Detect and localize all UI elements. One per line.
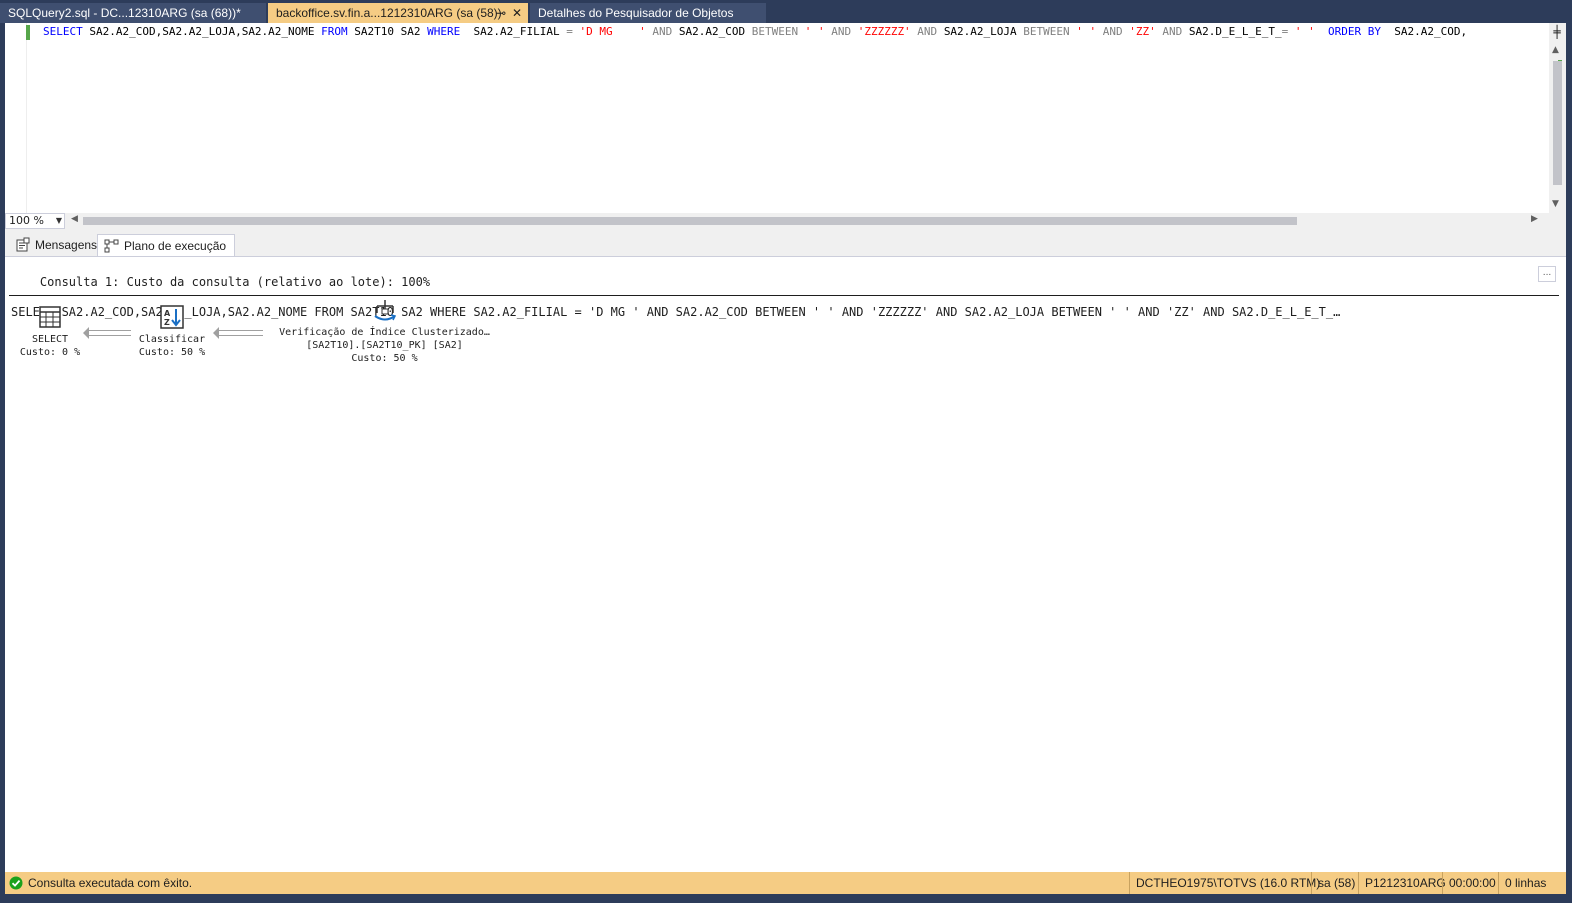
status-server: DCTHEO1975\TOTVS (16.0 RTM): [1129, 872, 1326, 894]
chevron-down-icon: ▼: [55, 216, 62, 225]
tab-execution-plan[interactable]: Plano de execução: [97, 234, 236, 256]
pin-icon[interactable]: ⊸: [496, 3, 506, 23]
plan-flow-arrow: [213, 327, 263, 339]
tab-object-explorer-details[interactable]: Detalhes do Pesquisador de Objetos: [530, 3, 766, 23]
show-more-button[interactable]: ...: [1538, 266, 1556, 282]
status-user: sa (58): [1311, 872, 1361, 894]
status-message: Consulta executada com êxito.: [28, 876, 193, 890]
plan-query-header: Consulta 1: Custo da consulta (relativo …: [11, 260, 1531, 350]
sort-operator-icon: A Z: [160, 305, 184, 329]
scroll-thumb[interactable]: [83, 217, 1297, 225]
editor-margin: [5, 23, 27, 213]
sql-token: SA2.A2_FILIAL: [460, 25, 567, 38]
sql-token: BETWEEN: [751, 25, 799, 38]
sql-token: AND: [824, 25, 858, 38]
sql-token: WHERE: [427, 25, 461, 38]
scroll-right-icon[interactable]: ▶: [1531, 214, 1538, 224]
execution-plan-icon: [104, 239, 119, 253]
sql-token: SA2.A2_COD,SA2.A2_LOJA,SA2.A2_NOME: [82, 25, 322, 38]
plan-query-cost: Consulta 1: Custo da consulta (relativo …: [39, 275, 431, 289]
results-pane: Mensagens Plano de execução Consulta 1: …: [5, 229, 1566, 872]
messages-icon: [16, 237, 30, 252]
tab-label: Mensagens: [35, 238, 98, 252]
plan-node-select[interactable]: SELECT Custo: 0 %: [10, 304, 90, 359]
sql-token: SA2.A2_LOJA: [943, 25, 1024, 38]
sql-token: =: [566, 25, 573, 38]
zoom-value: 100 %: [9, 214, 44, 227]
results-tab-strip: Mensagens Plano de execução: [5, 229, 1566, 257]
scroll-thumb[interactable]: [1553, 61, 1562, 185]
success-check-icon: [9, 876, 23, 890]
sql-token: ' ': [1288, 25, 1315, 38]
svg-text:A: A: [164, 309, 171, 318]
sql-code-line[interactable]: SELECT SA2.A2_COD,SA2.A2_LOJA,SA2.A2_NOM…: [43, 24, 1543, 40]
tab-messages[interactable]: Mensagens: [9, 234, 105, 256]
plan-node-cost: Custo: 50 %: [351, 353, 418, 364]
scroll-up-icon[interactable]: ▲: [1552, 45, 1559, 55]
zoom-select[interactable]: 100 % ▼: [5, 213, 65, 229]
tab-label: backoffice.sv.fin.a...1212310ARG (sa (58…: [276, 6, 502, 20]
document-tab-strip: SQLQuery2.sql - DC...12310ARG (sa (68))*…: [0, 0, 1572, 23]
sql-token: SA2.D_E_L_E_T_: [1188, 25, 1282, 38]
sql-token: FROM: [321, 25, 348, 38]
sql-token: ORDER BY: [1328, 25, 1381, 38]
plan-node-clustered-index-scan[interactable]: Verificação de Índice Clusterizado… [SA2…: [267, 297, 502, 365]
sql-token: AND: [910, 25, 944, 38]
sql-token: 'D MG ': [572, 25, 646, 38]
plan-node-name: SELECT: [31, 334, 69, 345]
scroll-left-icon[interactable]: ◀: [71, 214, 78, 224]
tab-label: Plano de execução: [124, 239, 227, 253]
query-editor[interactable]: SELECT SA2.A2_COD,SA2.A2_LOJA,SA2.A2_NOM…: [5, 23, 1566, 213]
svg-text:Z: Z: [164, 318, 170, 327]
status-database: P1212310ARG: [1358, 872, 1452, 894]
sql-token: AND: [1155, 25, 1189, 38]
plan-query-sql: SELECT SA2.A2_COD,SA2.A2_LOJA,SA2.A2_NOM…: [11, 305, 1341, 319]
sql-token: SA2.A2_COD,: [1380, 25, 1468, 38]
plan-node-sort[interactable]: A Z Classificar Custo: 50 %: [132, 304, 212, 359]
sql-token: AND: [1096, 25, 1130, 38]
tab-backoffice[interactable]: backoffice.sv.fin.a...1212310ARG (sa (58…: [268, 3, 528, 23]
sql-token: SELECT: [43, 25, 83, 38]
status-row-count: 0 linhas: [1498, 872, 1552, 894]
scroll-down-icon[interactable]: ▼: [1552, 199, 1559, 209]
plan-separator: [9, 295, 1559, 296]
status-bar: Consulta executada com êxito. DCTHEO1975…: [5, 872, 1566, 894]
plan-node-name: Classificar: [138, 334, 206, 345]
tab-label: SQLQuery2.sql - DC...12310ARG (sa (68))*: [8, 6, 241, 20]
sql-token: 'ZZZZZZ': [857, 25, 911, 38]
plan-node-name: Verificação de Índice Clusterizado…: [279, 327, 490, 338]
sql-token: 'ZZ': [1129, 25, 1156, 38]
sql-token: AND: [645, 25, 679, 38]
editor-horizontal-scrollbar[interactable]: ◀ ▶: [69, 213, 1549, 229]
sql-token: BETWEEN: [1023, 25, 1070, 38]
editor-footer-bar: 100 % ▼ ◀ ▶: [5, 213, 1566, 229]
plan-node-cost: Custo: 0 %: [19, 347, 81, 358]
plan-node-cost: Custo: 50 %: [138, 347, 206, 358]
status-elapsed-time: 00:00:00: [1442, 872, 1502, 894]
select-operator-icon: [39, 306, 61, 328]
sql-token: ' ': [798, 25, 825, 38]
plan-flow-arrow: [83, 327, 131, 339]
sql-token: SA2.A2_COD: [678, 25, 752, 38]
close-icon[interactable]: ✕: [512, 3, 522, 23]
change-tracking-bar: [26, 25, 30, 40]
clustered-index-scan-icon: [373, 300, 396, 321]
split-editor-icon[interactable]: ╪: [1550, 25, 1564, 39]
editor-vertical-scrollbar[interactable]: ╪ ▲ ▼: [1549, 23, 1566, 213]
sql-token: ' ': [1069, 25, 1097, 38]
tab-sqlquery2[interactable]: SQLQuery2.sql - DC...12310ARG (sa (68))*: [0, 3, 266, 23]
plan-node-object: [SA2T10].[SA2T10_PK] [SA2]: [306, 340, 463, 351]
tab-label: Detalhes do Pesquisador de Objetos: [538, 6, 734, 20]
sql-token: SA2T10 SA2: [347, 25, 428, 38]
